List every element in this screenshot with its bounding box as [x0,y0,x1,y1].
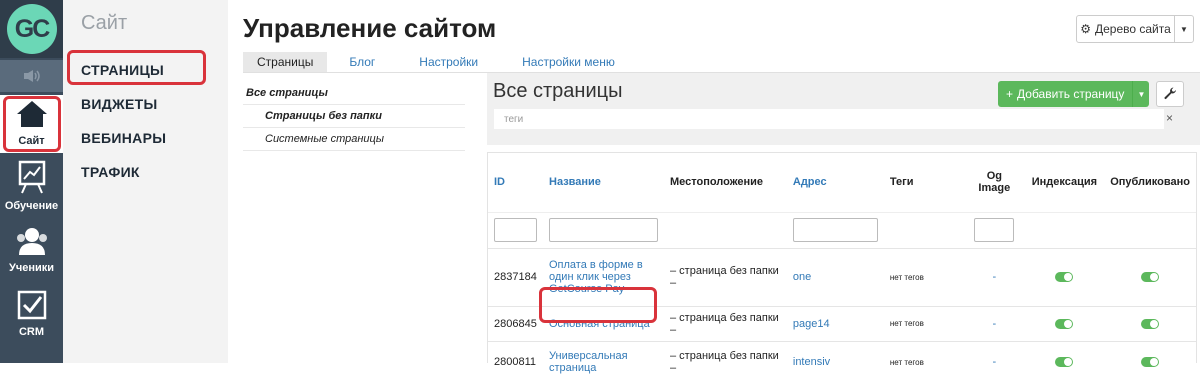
cell-tags: нет тегов [883,340,965,383]
chevron-down-icon[interactable]: ▼ [1133,81,1149,107]
cell-tags: нет тегов [883,305,965,341]
folder-no-folder[interactable]: Страницы без папки [243,105,465,128]
rail-item-learning[interactable]: Обучение [0,158,63,216]
menu-item-pages[interactable]: СТРАНИЦЫ [81,62,164,78]
main-rail: GC Сайт Обучение Ученики CRM [0,0,63,363]
tab-settings[interactable]: Настройки [397,52,500,72]
rail-item-site[interactable]: Сайт [0,95,63,153]
folder-tree: Все страницы Страницы без папки Системны… [243,82,465,151]
col-header-id[interactable]: ID [488,153,543,212]
indexing-toggle[interactable] [1055,318,1074,329]
clear-icon[interactable]: × [1166,111,1173,125]
cell-og-image[interactable]: - [964,247,1025,306]
indexing-toggle[interactable] [1055,272,1074,283]
add-page-button[interactable]: + Добавить страницу ▼ [998,81,1150,107]
cell-id: 2806845 [488,305,543,341]
section-title: Сайт [81,12,128,34]
rail-item-students[interactable]: Ученики [0,222,63,278]
cell-address-link[interactable]: intensiv [786,340,884,383]
table-header-row: ID Название Местоположение Адрес Теги Og… [488,153,1196,212]
checkbox-icon [17,290,47,323]
col-header-name[interactable]: Название [543,153,664,212]
og-filter-input[interactable] [974,218,1015,242]
chart-board-icon [17,160,47,197]
col-header-address[interactable]: Адрес [787,153,884,212]
cell-name-link[interactable]: Оплата в форме в один клик через GetCour… [543,247,664,306]
address-filter-input[interactable] [792,218,878,242]
col-header-og-line2: Image [978,182,1011,195]
tab-pages[interactable]: Страницы [243,52,328,72]
menu-item-widgets[interactable]: ВИДЖЕТЫ [81,96,158,112]
logo-mark: GC [6,4,57,54]
published-toggle[interactable] [1141,272,1160,283]
cell-address-link[interactable]: one [786,247,884,306]
panel-title: Все страницы [493,80,623,102]
table-row: 2806845 Основная страница – страница без… [488,305,1196,341]
rail-item-label: CRM [18,326,45,338]
filter-row [488,211,1196,248]
cell-og-image[interactable]: - [964,340,1025,383]
people-icon [15,226,49,259]
plus-icon: + [1006,87,1014,101]
chevron-down-icon[interactable]: ▼ [1175,16,1193,42]
name-filter-input[interactable] [549,218,658,242]
cell-name-link[interactable]: Универсальная страница [543,340,664,383]
speaker-icon[interactable] [0,60,63,92]
logo[interactable]: GC [0,0,63,58]
wrench-icon[interactable] [1156,81,1184,107]
rail-item-label: Ученики [8,262,55,274]
col-header-published: Опубликовано [1110,176,1190,189]
id-filter-input[interactable] [494,218,537,242]
cell-id: 2837184 [488,247,543,306]
published-toggle[interactable] [1141,357,1160,368]
tab-blog[interactable]: Блог [327,52,397,72]
col-header-location: Местоположение [670,176,764,189]
menu-item-traffic[interactable]: ТРАФИК [81,164,140,180]
cell-name-link[interactable]: Основная страница [543,305,664,341]
add-page-label: Добавить страницу [1017,87,1125,101]
cell-location: – страница без папки – [664,340,787,383]
table-row: 2837184 Оплата в форме в один клик через… [488,247,1196,306]
house-icon [15,99,49,132]
folder-all[interactable]: Все страницы [243,82,465,105]
site-tree-button[interactable]: ⚙ Дерево сайта ▼ [1076,15,1194,43]
cell-location: – страница без папки – [664,305,787,341]
cell-og-image[interactable]: - [964,305,1025,341]
section-menu: Сайт СТРАНИЦЫ ВИДЖЕТЫ ВЕБИНАРЫ ТРАФИК [63,0,228,363]
menu-item-webinars[interactable]: ВЕБИНАРЫ [81,130,166,146]
tags-filter-input[interactable]: теги [494,109,1164,129]
col-header-og-image: Og Image [964,153,1025,212]
cell-location: – страница без папки – [664,247,787,306]
site-tree-label: Дерево сайта [1094,22,1171,36]
folder-system[interactable]: Системные страницы [243,128,465,151]
col-header-tags: Теги [889,176,914,189]
rail-item-label: Сайт [18,135,45,147]
tab-bar: Страницы Блог Настройки Настройки меню [243,52,637,72]
gear-icon: ⚙ [1080,22,1091,36]
page-title: Управление сайтом [243,13,497,43]
col-header-og-line1: Og [986,170,1002,183]
published-toggle[interactable] [1141,318,1160,329]
indexing-toggle[interactable] [1055,357,1074,368]
rail-item-crm[interactable]: CRM [0,286,63,342]
cell-address-link[interactable]: page14 [786,305,884,341]
pages-panel-header: Все страницы + Добавить страницу ▼ теги … [487,73,1200,145]
pages-table: ID Название Местоположение Адрес Теги Og… [487,152,1197,383]
table-row: 2800811 Универсальная страница – страниц… [488,340,1196,383]
rail-item-label: Обучение [4,200,59,212]
cell-id: 2800811 [488,340,543,383]
cell-tags: нет тегов [883,247,965,306]
col-header-indexing: Индексация [1031,176,1098,189]
tab-menu-settings[interactable]: Настройки меню [500,52,637,72]
